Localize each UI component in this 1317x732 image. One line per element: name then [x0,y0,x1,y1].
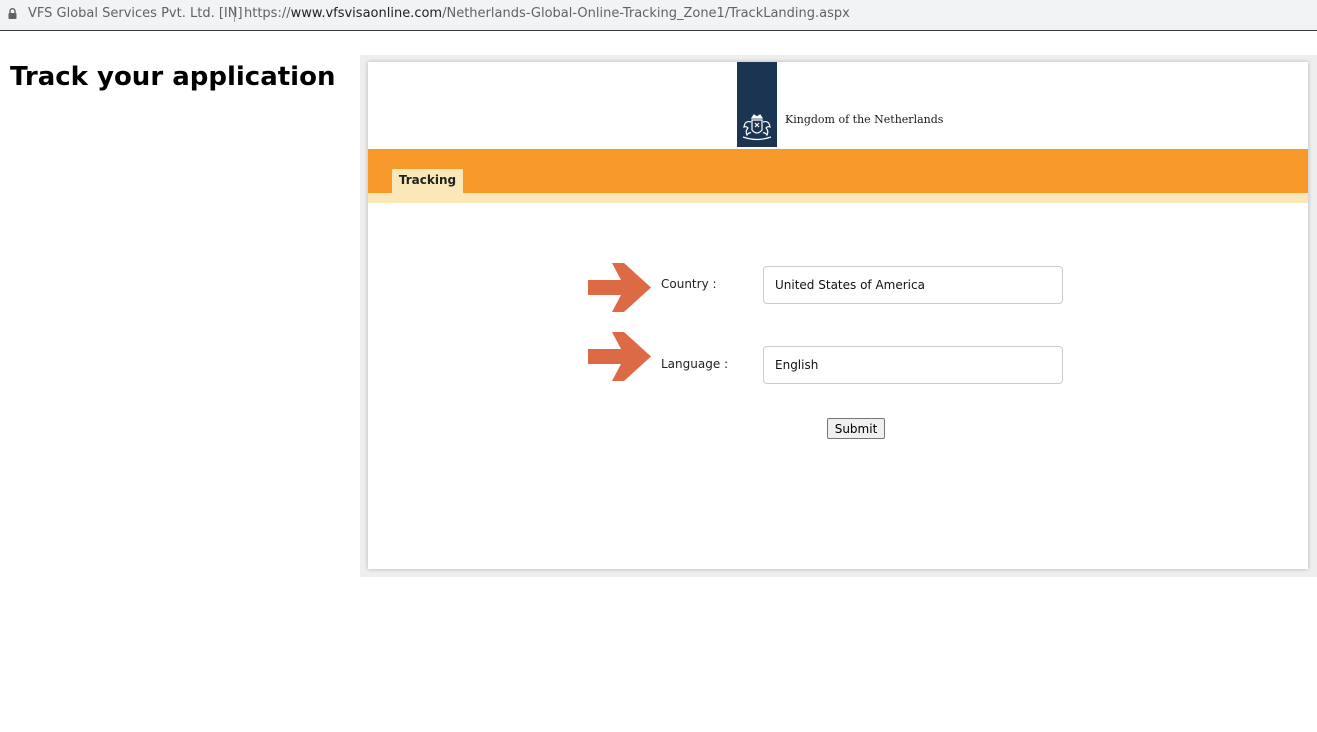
language-label: Language : [661,357,729,371]
page-title: Track your application [10,62,336,92]
country-label: Country : [661,277,717,291]
tracking-panel: Kingdom of the Netherlands Tracking Coun… [368,62,1308,569]
nav-bar: Tracking [368,149,1308,193]
site-owner: VFS Global Services Pvt. Ltd. [IN] [28,6,243,21]
address-divider [234,6,235,22]
arrow-right-icon [588,263,651,312]
submit-button[interactable]: Submit [827,418,885,439]
tab-tracking[interactable]: Tracking [392,169,463,193]
address-bar[interactable]: VFS Global Services Pvt. Ltd. [IN] https… [0,0,1317,31]
country-select[interactable]: United States of America [763,266,1063,304]
tracking-frame: Kingdom of the Netherlands Tracking Coun… [360,55,1317,577]
logo-text: Kingdom of the Netherlands [785,113,944,126]
nav-underline [368,193,1308,203]
language-select[interactable]: English [763,346,1063,384]
url-scheme: https:// [244,6,291,21]
url-path: /Netherlands-Global-Online-Tracking_Zone… [442,6,850,21]
coat-of-arms-icon [742,114,772,141]
arrow-right-icon [588,332,651,381]
lock-icon [8,8,17,19]
netherlands-logo [737,62,777,147]
url-text[interactable]: https://www.vfsvisaonline.com/Netherland… [244,6,850,21]
url-domain: www.vfsvisaonline.com [290,6,443,21]
